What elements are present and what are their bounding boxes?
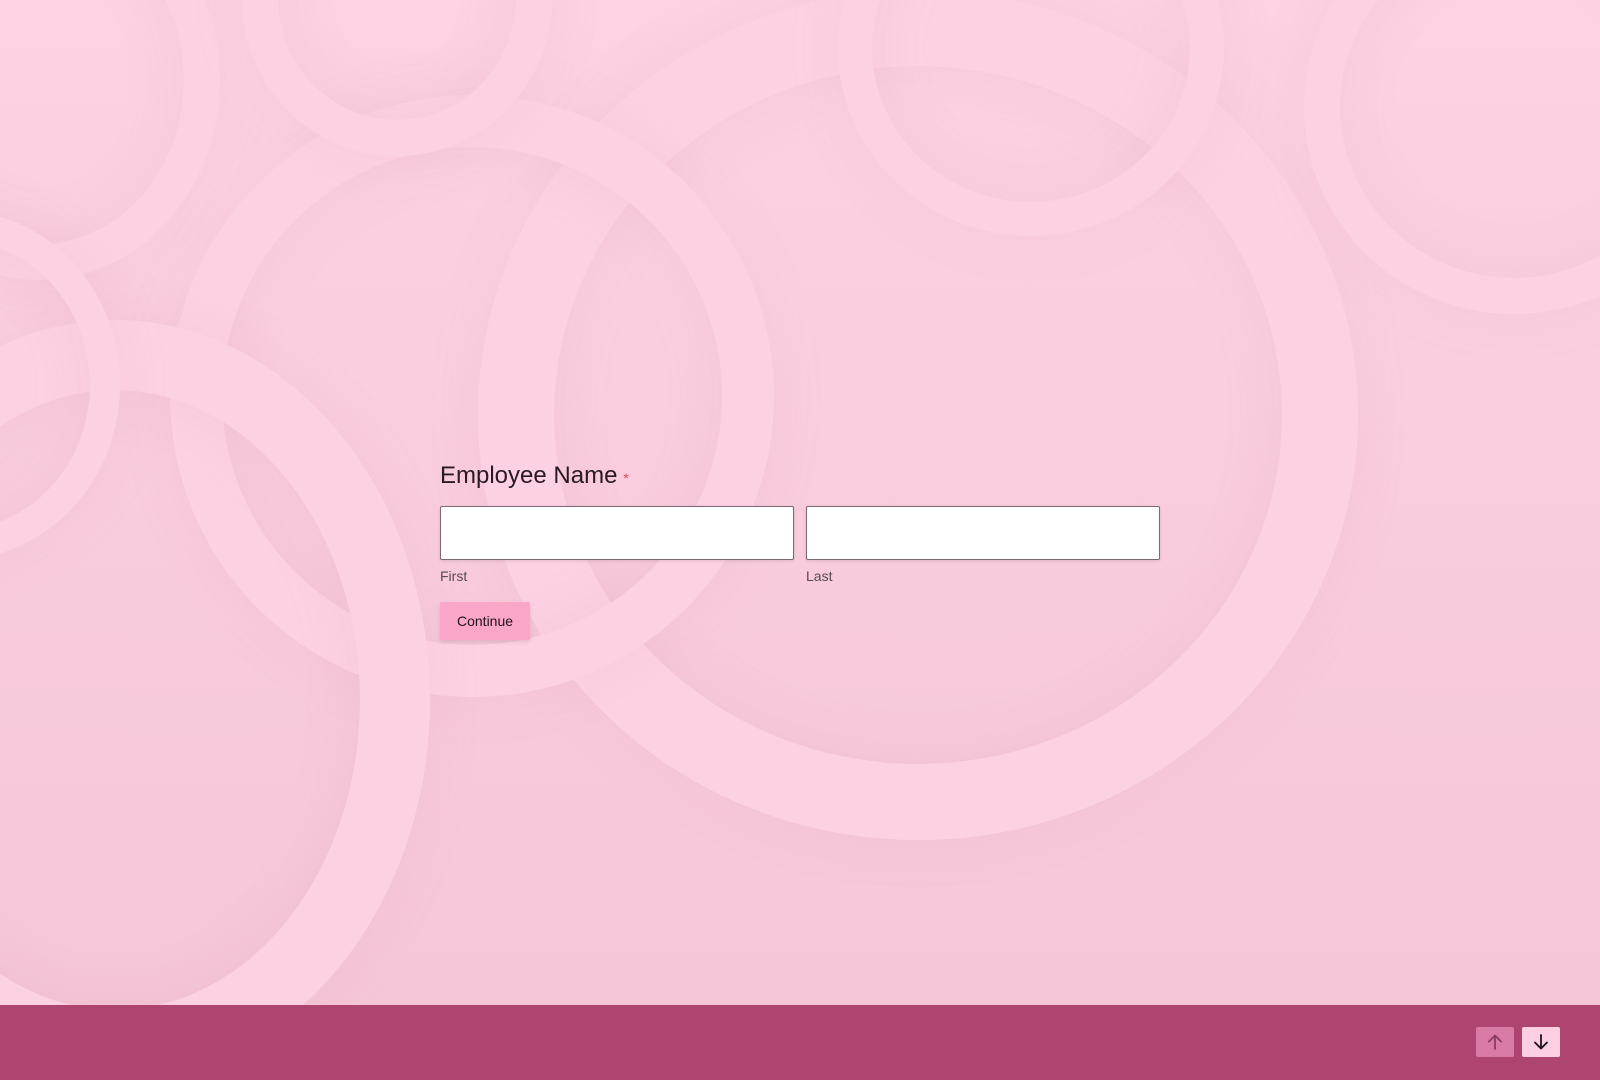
arrow-down-icon [1534, 1034, 1548, 1050]
required-asterisk: * [623, 470, 629, 486]
first-name-input[interactable] [440, 506, 794, 560]
footer-bar [0, 1005, 1600, 1080]
first-name-sublabel: First [440, 568, 468, 584]
previous-button[interactable] [1476, 1027, 1514, 1057]
bg-ring [1304, 0, 1600, 314]
name-fields: First Last [440, 506, 1160, 584]
question-title-text: Employee Name [440, 462, 618, 489]
continue-button[interactable]: Continue [440, 602, 531, 640]
arrow-up-icon [1488, 1034, 1502, 1050]
last-name-input[interactable] [806, 506, 1160, 560]
question-title: Employee Name * [440, 460, 1160, 494]
last-name-sublabel: Last [806, 568, 833, 584]
question-employee-name: Employee Name * First Last Continue [440, 460, 1160, 640]
last-name-field: Last [806, 506, 1160, 584]
next-button[interactable] [1522, 1027, 1560, 1057]
first-name-field: First [440, 506, 794, 584]
